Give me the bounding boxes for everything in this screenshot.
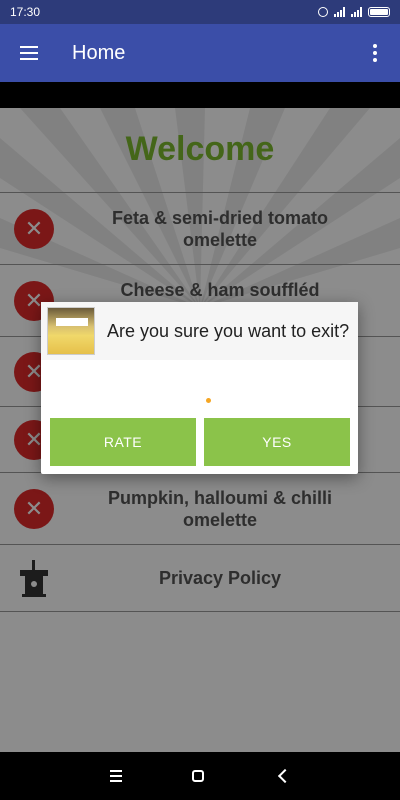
- signal-icon-2: [351, 7, 362, 17]
- status-icons: [318, 7, 390, 17]
- hamburger-menu-icon[interactable]: [0, 24, 58, 82]
- alarm-icon: [318, 7, 328, 17]
- page-title: Home: [72, 41, 126, 64]
- loading-dot: [206, 398, 211, 403]
- signal-icon: [334, 7, 345, 17]
- recent-apps-icon[interactable]: [110, 770, 122, 782]
- dialog-question: Are you sure you want to exit?: [107, 320, 350, 341]
- overflow-menu-icon[interactable]: [350, 24, 400, 82]
- app-bar: Home: [0, 24, 400, 82]
- omelette-thumbnail: [47, 307, 95, 355]
- battery-icon: [368, 7, 390, 17]
- rate-button[interactable]: RATE: [50, 418, 196, 466]
- yes-button[interactable]: YES: [204, 418, 350, 466]
- system-nav-bar: [0, 752, 400, 800]
- back-icon[interactable]: [277, 768, 293, 784]
- status-bar: 17:30: [0, 0, 400, 24]
- home-icon[interactable]: [192, 770, 204, 782]
- status-time: 17:30: [10, 5, 41, 19]
- exit-dialog: Are you sure you want to exit? RATE YES: [41, 302, 358, 474]
- dialog-header: Are you sure you want to exit?: [41, 302, 358, 360]
